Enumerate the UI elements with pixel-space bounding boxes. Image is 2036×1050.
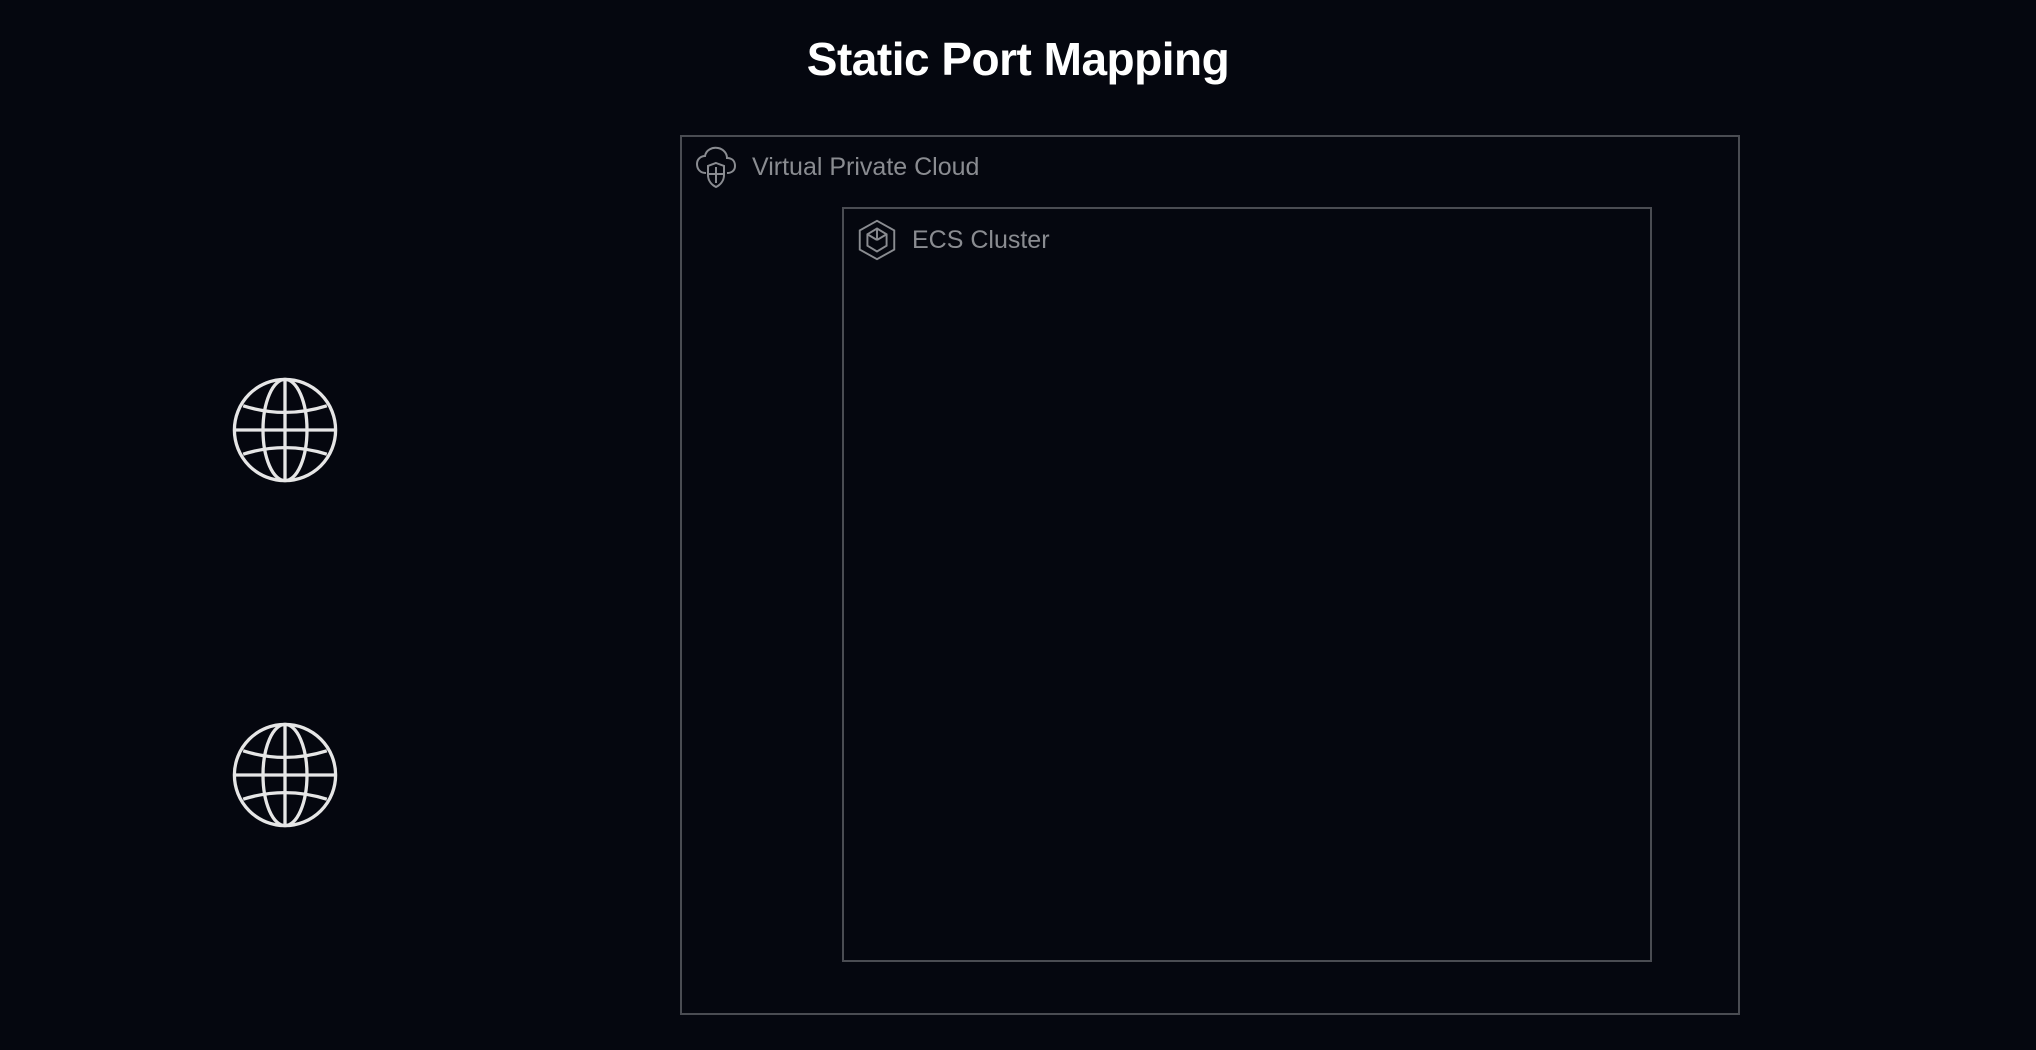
ecs-label: ECS Cluster [912, 226, 1050, 255]
ecs-cluster-container: ECS Cluster [842, 207, 1652, 962]
ecs-header: ECS Cluster [854, 217, 1050, 263]
vpc-container: Virtual Private Cloud ECS Cluster [680, 135, 1740, 1015]
hex-container-icon [854, 217, 900, 263]
vpc-label: Virtual Private Cloud [752, 153, 979, 182]
globe-icon [230, 375, 340, 485]
cloud-shield-icon [692, 143, 740, 191]
globe-icon [230, 720, 340, 830]
vpc-header: Virtual Private Cloud [692, 143, 979, 191]
diagram-title: Static Port Mapping [807, 32, 1229, 86]
